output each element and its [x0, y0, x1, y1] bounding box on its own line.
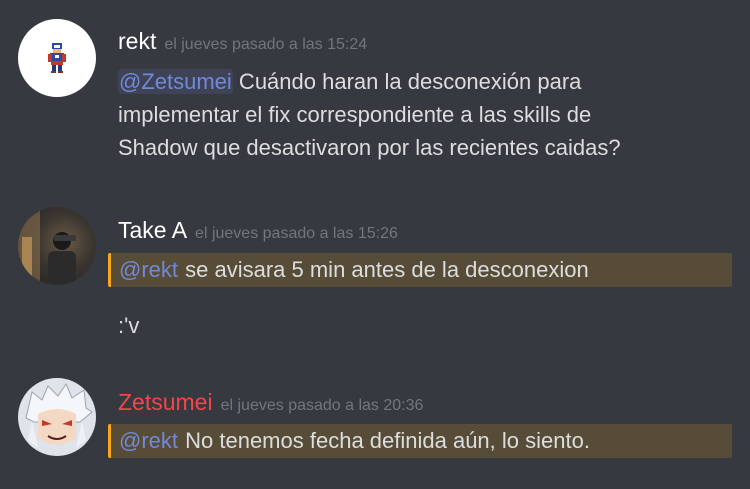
anime-character-icon: [25, 382, 93, 448]
avatar-take-a[interactable]: [18, 207, 96, 285]
timestamp: el jueves pasado a las 15:24: [164, 36, 368, 53]
message-content: @rekt se avisara 5 min antes de la desco…: [118, 253, 589, 287]
message-text: No tenemos fecha definida aún, lo siento…: [179, 428, 590, 453]
mention-rekt[interactable]: @rekt: [118, 257, 179, 282]
timestamp: el jueves pasado a las 15:26: [195, 225, 398, 242]
message-content: @rekt No tenemos fecha definida aún, lo …: [118, 424, 590, 458]
message-text-line-2: implementar el fix correspondiente a las…: [118, 102, 592, 127]
message-text: se avisara 5 min antes de la desconexion: [179, 257, 589, 282]
avatar-rekt[interactable]: [18, 19, 96, 97]
captain-america-pixel-icon: [48, 43, 66, 73]
mention-rekt[interactable]: @rekt: [118, 428, 179, 453]
user-photo-icon: [18, 207, 76, 285]
author-name[interactable]: Zetsumei: [118, 389, 213, 415]
message-text-line-1: Cuándo haran la desconexión para: [232, 69, 582, 94]
mention-zetsumei[interactable]: @Zetsumei: [118, 69, 233, 94]
message-text-line-3: Shadow que desactivaron por las reciente…: [118, 135, 621, 160]
timestamp: el jueves pasado a las 20:36: [220, 397, 424, 414]
message-followup: :'v: [118, 313, 140, 338]
mention-highlight: @rekt No tenemos fecha definida aún, lo …: [108, 424, 732, 458]
mention-highlight: @rekt se avisara 5 min antes de la desco…: [108, 253, 732, 287]
author-name[interactable]: rekt: [118, 28, 156, 54]
message-content: @Zetsumei Cuándo haran la desconexión pa…: [118, 65, 621, 164]
avatar-zetsumei[interactable]: [18, 378, 96, 456]
author-name[interactable]: Take A: [118, 217, 187, 243]
